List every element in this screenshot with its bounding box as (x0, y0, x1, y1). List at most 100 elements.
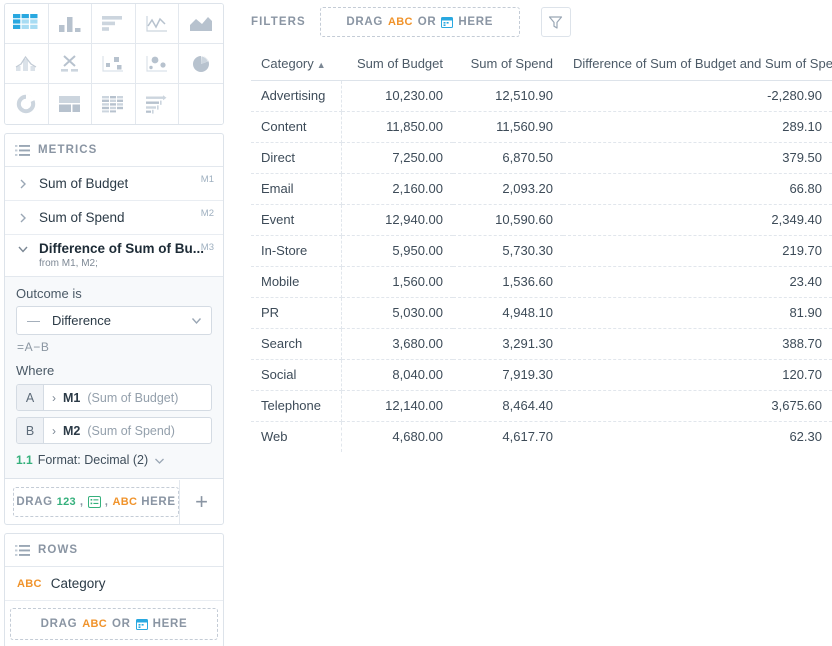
metric-item-tag: M2 (200, 208, 214, 219)
table-chart-type[interactable] (5, 4, 49, 44)
rows-card: ROWS ABC Category DRAG ABC OR HERE (4, 533, 224, 646)
layout-chart-type[interactable] (48, 84, 93, 124)
table-row[interactable]: Mobile 1,560.00 1,536.60 23.40 (251, 266, 832, 298)
calendar-badge-icon (135, 619, 148, 630)
table-row[interactable]: Search 3,680.00 3,291.30 388.70 (251, 328, 832, 360)
chart-type-picker[interactable] (4, 3, 224, 125)
cell-spend: 8,464.40 (453, 390, 563, 422)
pie-chart-type[interactable] (179, 44, 223, 84)
cell-category: Search (251, 328, 342, 360)
empty-chart-type[interactable] (179, 84, 223, 124)
combo-chart-icon (15, 55, 37, 71)
operand-b[interactable]: B › M2 (Sum of Spend) (16, 417, 212, 444)
cell-budget: 8,040.00 (341, 359, 453, 391)
metric-item-m2[interactable]: Sum of Spend M2 (5, 201, 223, 235)
metrics-dropzone[interactable]: DRAG 123 , , ABC HERE (13, 487, 179, 517)
chevron-right-icon: › (52, 390, 56, 405)
table-row[interactable]: Content 11,850.00 11,560.90 289.10 (251, 111, 832, 143)
line-chart-type[interactable] (135, 4, 180, 44)
metric-item-m3[interactable]: Difference of Sum of Bu... M3 from M1, M… (5, 235, 223, 277)
cell-difference: -2,280.90 (563, 80, 832, 112)
metrics-card: METRICS Sum of Budget M1 Sum of Spend M2 (4, 133, 224, 525)
operand-a[interactable]: A › M1 (Sum of Budget) (16, 384, 212, 411)
column-header-category[interactable]: Category ▲ (251, 48, 341, 81)
table-row[interactable]: Advertising 10,230.00 12,510.90 -2,280.9… (251, 80, 832, 112)
column-header-sum-of-spend[interactable]: Sum of Spend (453, 48, 563, 81)
number-badge-icon: 123 (56, 496, 76, 508)
bubble-chart-type[interactable] (92, 44, 136, 84)
cell-spend: 12,510.90 (453, 80, 563, 112)
scatter-chart-type[interactable] (135, 44, 180, 84)
cell-difference: 62.30 (789, 429, 822, 444)
chevron-right-icon: › (52, 423, 56, 438)
donut-chart-type[interactable] (5, 84, 49, 124)
line-chart-icon (146, 15, 168, 32)
rows-dropzone[interactable]: DRAG ABC OR HERE (10, 608, 218, 640)
cell-spend: 7,919.30 (453, 359, 563, 391)
table-row[interactable]: Social 8,040.00 7,919.30 120.70 (251, 359, 832, 391)
cell-category: Social (251, 359, 342, 391)
add-metric-button[interactable]: + (179, 480, 223, 524)
table-row[interactable]: Event 12,940.00 10,590.60 2,349.40 (251, 204, 832, 236)
cell-difference: 219.70 (563, 235, 832, 267)
chevron-down-icon (155, 458, 165, 464)
layout-blocks-icon (58, 96, 80, 112)
rows-item-category[interactable]: ABC Category (5, 567, 223, 601)
bar-column-icon (58, 16, 81, 32)
cell-category: Content (251, 111, 342, 143)
cell-budget: 11,850.00 (341, 111, 453, 143)
xy-chart-type[interactable] (48, 44, 93, 84)
table-row[interactable]: Email 2,160.00 2,093.20 66.80 (251, 173, 832, 205)
column-header-label: Sum of Spend (470, 56, 553, 71)
table-row[interactable]: Telephone 12,140.00 8,464.40 3,675.60 (251, 390, 832, 422)
metric-item-m1[interactable]: Sum of Budget M1 (5, 167, 223, 201)
cell-category: Mobile (251, 266, 342, 298)
left-config-panel: METRICS Sum of Budget M1 Sum of Spend M2 (0, 0, 228, 646)
column-chart-type[interactable] (48, 4, 93, 44)
filter-funnel-icon (549, 15, 563, 29)
calendar-badge-icon (441, 17, 454, 28)
table-row[interactable]: PR 5,030.00 4,948.10 81.90 (251, 297, 832, 329)
cell-budget: 10,230.00 (341, 80, 453, 112)
filters-dropzone-drag: DRAG (346, 16, 384, 28)
table-body: Advertising 10,230.00 12,510.90 -2,280.9… (251, 80, 832, 452)
bar-chart-type[interactable] (92, 4, 136, 44)
column-header-difference[interactable]: Difference of Sum of Budget and Sum of S… (563, 48, 832, 81)
cell-spend: 3,291.30 (453, 328, 563, 360)
sort-ascending-icon: ▲ (316, 60, 326, 70)
text-badge-icon: ABC (82, 618, 107, 630)
cell-spend: 2,093.20 (453, 173, 563, 205)
table-row[interactable]: In-Store 5,950.00 5,730.30 219.70 (251, 235, 832, 267)
rows-dropzone-or: OR (111, 618, 131, 630)
cell-budget: 4,680.00 (392, 429, 443, 444)
pivot-table-container: Category ▲ Sum of Budget Sum of Spend Dif… (240, 44, 832, 452)
metric-source-note: from M1, M2; (39, 258, 98, 269)
metric-item-label: Sum of Spend (39, 210, 125, 225)
metrics-dropzone-drag: DRAG (16, 496, 53, 508)
cell-difference: 388.70 (563, 328, 832, 360)
gantt-chart-type[interactable] (135, 84, 180, 124)
table-row[interactable]: Web 4,680.00 4,617.70 62.30 (251, 421, 832, 452)
column-header-label: Category (261, 56, 314, 71)
outcome-select[interactable]: — Difference (16, 306, 212, 335)
metrics-dropzone-here: HERE (141, 496, 176, 508)
chevron-right-icon (20, 179, 26, 188)
cell-budget: 3,680.00 (341, 328, 453, 360)
list-icon (15, 544, 30, 556)
combo-chart-type[interactable] (5, 44, 49, 84)
cell-spend: 4,948.10 (453, 297, 563, 329)
horizontal-bar-icon (102, 15, 123, 31)
table-row[interactable]: Direct 7,250.00 6,870.50 379.50 (251, 142, 832, 174)
column-header-sum-of-budget[interactable]: Sum of Budget (341, 48, 453, 81)
metric-editor: Outcome is — Difference =A−B Where A › M… (5, 277, 223, 479)
area-chart-type[interactable] (179, 4, 223, 44)
filters-dropzone[interactable]: DRAG ABC OR HERE (319, 7, 520, 37)
cell-budget: 5,950.00 (341, 235, 453, 267)
format-selector[interactable]: 1.1 Format: Decimal (2) (16, 453, 212, 467)
filter-button[interactable] (540, 7, 571, 37)
grid-chart-type[interactable] (92, 84, 136, 124)
operand-a-letter: A (17, 385, 44, 410)
decimal-format-badge: 1.1 (16, 453, 33, 467)
metrics-header: METRICS (5, 134, 223, 167)
cell-difference: 120.70 (563, 359, 832, 391)
